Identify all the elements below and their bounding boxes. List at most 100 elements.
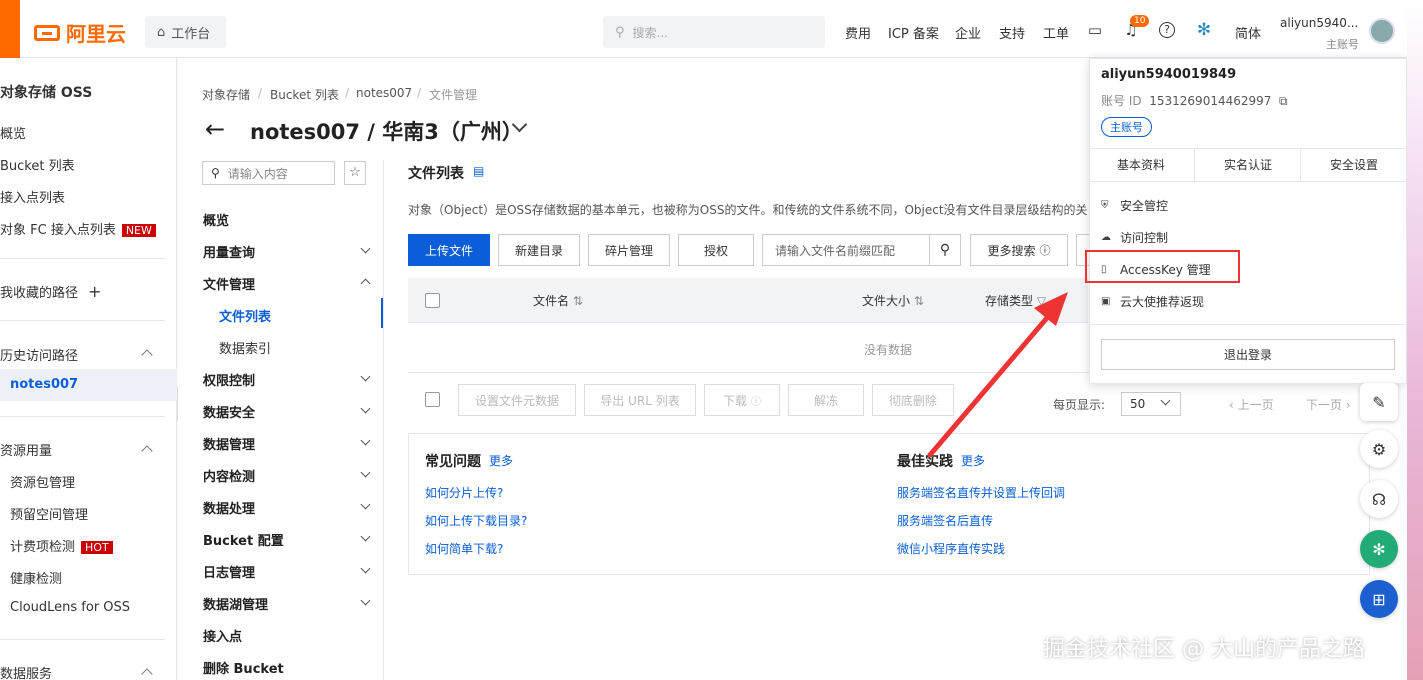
sidebar-item-access-points[interactable]: 接入点列表 xyxy=(0,187,65,206)
restore-button[interactable]: 解冻 xyxy=(788,384,864,416)
column-storage-type[interactable]: 存储类型 ▽ xyxy=(985,292,1046,309)
menu-item-file-list[interactable]: 文件列表 xyxy=(219,306,271,325)
per-page-value: 50 xyxy=(1130,397,1146,411)
sidebar-item-overview[interactable]: 概览 xyxy=(0,123,26,142)
sidebar-item-bucket-list[interactable]: Bucket 列表 xyxy=(0,155,75,174)
hot-tag: HOT xyxy=(81,541,113,554)
select-all-checkbox[interactable] xyxy=(425,293,440,308)
breadcrumb-bucket[interactable]: notes007 xyxy=(356,86,412,100)
search-button[interactable]: ⚲ xyxy=(929,234,961,266)
document-icon[interactable]: ▤ xyxy=(473,164,484,178)
menu-item-bucket-config[interactable]: Bucket 配置 xyxy=(203,530,284,549)
sidebar-item-reserved-space[interactable]: 预留空间管理 xyxy=(10,504,88,523)
nav-enterprise[interactable]: 企业 xyxy=(955,23,981,42)
chevron-up-icon[interactable] xyxy=(141,445,153,457)
menu-toggle[interactable] xyxy=(0,0,20,58)
copy-icon[interactable]: ⧉ xyxy=(1279,94,1288,108)
menu-item-access-point[interactable]: 接入点 xyxy=(203,626,242,645)
menu-item-referral[interactable]: ▣ 云大使推荐返现 xyxy=(1101,293,1204,310)
download-button[interactable]: 下载 ⓘ xyxy=(704,384,780,416)
chevron-up-icon[interactable] xyxy=(141,668,153,680)
chevron-up-icon[interactable] xyxy=(141,349,153,361)
sidebar-item-cloudlens[interactable]: CloudLens for OSS xyxy=(10,600,130,615)
menu-item-permission[interactable]: 权限控制 xyxy=(203,370,255,389)
sidebar-item-health-check[interactable]: 健康检测 xyxy=(10,568,62,587)
terminal-icon[interactable]: ▭ xyxy=(1087,22,1103,38)
best-practice-link[interactable]: 服务端签名直传并设置上传回调 xyxy=(897,484,1065,501)
nav-ticket[interactable]: 工单 xyxy=(1043,23,1069,42)
settings-gear-icon[interactable]: ⚙ xyxy=(1360,430,1398,468)
sidebar-resource-header[interactable]: 资源用量 xyxy=(0,440,52,459)
export-url-button[interactable]: 导出 URL 列表 xyxy=(584,384,696,416)
sidebar-item-resource-pack[interactable]: 资源包管理 xyxy=(10,472,75,491)
menu-item-overview[interactable]: 概览 xyxy=(203,210,229,229)
select-all-bottom-checkbox[interactable] xyxy=(425,392,440,407)
faq-link[interactable]: 如何上传下载目录? xyxy=(425,512,527,529)
sidebar-item-fc-access-points[interactable]: 对象 FC 接入点列表 NEW xyxy=(0,219,156,238)
help-icon[interactable]: ? xyxy=(1159,22,1175,38)
divider xyxy=(1089,181,1407,182)
sidebar-data-service-header[interactable]: 数据服务 xyxy=(0,663,52,680)
menu-search-input[interactable]: ⚲ 请输入内容 xyxy=(202,161,335,185)
headset-icon[interactable]: ☊ xyxy=(1360,480,1398,518)
avatar[interactable] xyxy=(1369,18,1395,44)
history-item-notes007[interactable]: notes007 xyxy=(10,377,78,392)
menu-item-data-management[interactable]: 数据管理 xyxy=(203,434,255,453)
per-page-select[interactable]: 50 xyxy=(1121,392,1181,416)
best-practice-more-link[interactable]: 更多 xyxy=(961,452,985,469)
menu-item-data-security[interactable]: 数据安全 xyxy=(203,402,255,421)
global-search-input[interactable]: ⚲ 搜索... xyxy=(603,16,825,48)
faq-more-link[interactable]: 更多 xyxy=(489,452,513,469)
faq-link[interactable]: 如何简单下载? xyxy=(425,540,503,557)
assistant-icon[interactable]: ✻ xyxy=(1196,22,1212,39)
set-metadata-button[interactable]: 设置文件元数据 xyxy=(458,384,576,416)
sidebar-item-billing-check[interactable]: 计费项检测 HOT xyxy=(10,536,113,555)
menu-item-delete-bucket[interactable]: 删除 Bucket xyxy=(203,658,284,677)
menu-item-file-management[interactable]: 文件管理 xyxy=(203,274,255,293)
faq-link[interactable]: 如何分片上传? xyxy=(425,484,503,501)
nav-fees[interactable]: 费用 xyxy=(845,23,871,42)
menu-item-data-lake[interactable]: 数据湖管理 xyxy=(203,594,268,613)
permanent-delete-button[interactable]: 彻底删除 xyxy=(872,384,954,416)
assistant-icon[interactable]: ✻ xyxy=(1360,530,1398,568)
menu-item-content-detection[interactable]: 内容检测 xyxy=(203,466,255,485)
nav-icp[interactable]: ICP 备案 xyxy=(888,23,939,42)
menu-item-security-control[interactable]: ⛨ 安全管控 xyxy=(1101,197,1168,214)
menu-item-usage[interactable]: 用量查询 xyxy=(203,242,255,261)
menu-item-data-index[interactable]: 数据索引 xyxy=(219,338,271,357)
menu-item-log-management[interactable]: 日志管理 xyxy=(203,562,255,581)
new-directory-button[interactable]: 新建目录 xyxy=(498,234,580,266)
language-switch[interactable]: 简体 xyxy=(1235,23,1261,42)
breadcrumb-bucket-list[interactable]: Bucket 列表 xyxy=(270,86,339,103)
more-search-button[interactable]: 更多搜索 ⓘ xyxy=(970,234,1068,266)
tab-real-name[interactable]: 实名认证 xyxy=(1224,156,1272,173)
menu-item-access-control[interactable]: ☁ 访问控制 xyxy=(1101,229,1168,246)
sidebar-history-header[interactable]: 历史访问路径 xyxy=(0,345,78,364)
column-filesize[interactable]: 文件大小 ⇅ xyxy=(862,292,924,309)
logout-button[interactable]: 退出登录 xyxy=(1101,339,1395,370)
workbench-button[interactable]: ⌂ 工作台 xyxy=(145,16,226,48)
column-filename[interactable]: 文件名 ⇅ xyxy=(533,292,583,309)
tab-basic-info[interactable]: 基本资料 xyxy=(1117,156,1165,173)
best-practice-link[interactable]: 服务端签名后直传 xyxy=(897,512,993,529)
prev-page-button[interactable]: ‹ 上一页 xyxy=(1229,396,1274,413)
menu-item-data-processing[interactable]: 数据处理 xyxy=(203,498,255,517)
star-icon[interactable]: ☆ xyxy=(344,161,366,185)
username[interactable]: aliyun5940... xyxy=(1280,16,1358,30)
aliyun-logo[interactable]: 阿里云 xyxy=(34,18,126,47)
sidebar-favorites[interactable]: 我收藏的路径 + xyxy=(0,282,101,301)
prefix-search-input[interactable]: 请输入文件名前缀匹配 xyxy=(762,234,930,266)
feedback-icon[interactable]: ✎ xyxy=(1360,383,1398,421)
best-practice-link[interactable]: 微信小程序直传实践 xyxy=(897,540,1005,557)
apps-grid-icon[interactable]: ⊞ xyxy=(1360,580,1398,618)
fragment-management-button[interactable]: 碎片管理 xyxy=(588,234,670,266)
nav-support[interactable]: 支持 xyxy=(999,23,1025,42)
plus-icon[interactable]: + xyxy=(88,282,101,301)
upload-file-button[interactable]: 上传文件 xyxy=(408,234,490,266)
authorize-button[interactable]: 授权 xyxy=(678,234,754,266)
menu-item-label: 安全管控 xyxy=(1120,199,1169,213)
back-arrow-icon[interactable]: ← xyxy=(205,116,225,142)
tab-security-settings[interactable]: 安全设置 xyxy=(1330,156,1378,173)
next-page-button[interactable]: 下一页 › xyxy=(1306,396,1351,413)
breadcrumb-oss[interactable]: 对象存储 xyxy=(202,86,250,103)
